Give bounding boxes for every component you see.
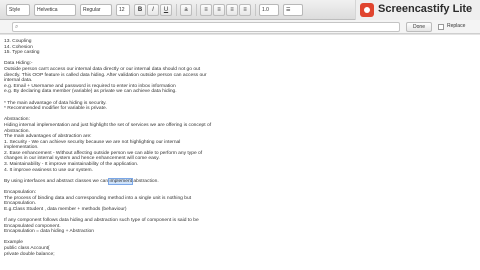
align-center-button[interactable]: ≡	[213, 4, 225, 16]
find-bar: ⌕ Done Replace	[0, 20, 480, 34]
document-line: private double balance;	[4, 251, 55, 257]
font-style-select[interactable]: Regular	[80, 4, 112, 16]
replace-checkbox[interactable]	[438, 24, 444, 30]
search-input[interactable]: ⌕	[12, 22, 400, 32]
toolbar-divider	[255, 4, 256, 16]
ruler	[0, 34, 480, 35]
replace-label: Replace	[447, 23, 466, 29]
search-icon: ⌕	[15, 24, 19, 30]
font-family-select[interactable]: Helvetica	[34, 4, 76, 16]
document-body[interactable]: 13. Coupling 14. Cohesion 15. Type casting…	[4, 39, 474, 257]
toolbar-divider	[176, 4, 177, 16]
list-style-select[interactable]: ☰	[283, 4, 303, 16]
screencastify-watermark: Screencastify Lite	[355, 0, 480, 20]
done-button[interactable]: Done	[406, 22, 432, 32]
selected-word[interactable]: implement	[108, 177, 134, 185]
underline-button[interactable]: U	[160, 4, 172, 16]
italic-button[interactable]: I	[147, 4, 159, 16]
font-size-select[interactable]: 12	[116, 4, 130, 16]
paragraph-style-select[interactable]: Style	[6, 4, 30, 16]
line-text: By using interfaces and abstract classes…	[4, 178, 110, 184]
text-color-button[interactable]: a	[180, 4, 192, 16]
brand-name: Screencastify Lite	[378, 3, 473, 15]
line-text: abstraction.	[132, 178, 159, 184]
align-left-button[interactable]: ≡	[200, 4, 212, 16]
line-spacing-select[interactable]: 1.0	[259, 4, 279, 16]
bold-button[interactable]: B	[134, 4, 146, 16]
format-toolbar: Style Helvetica Regular 12 B I U a ≡ ≡ ≡…	[0, 0, 480, 20]
justify-button[interactable]: ≡	[239, 4, 251, 16]
align-right-button[interactable]: ≡	[226, 4, 238, 16]
toolbar-divider	[196, 4, 197, 16]
screencastify-logo-icon	[360, 3, 374, 17]
